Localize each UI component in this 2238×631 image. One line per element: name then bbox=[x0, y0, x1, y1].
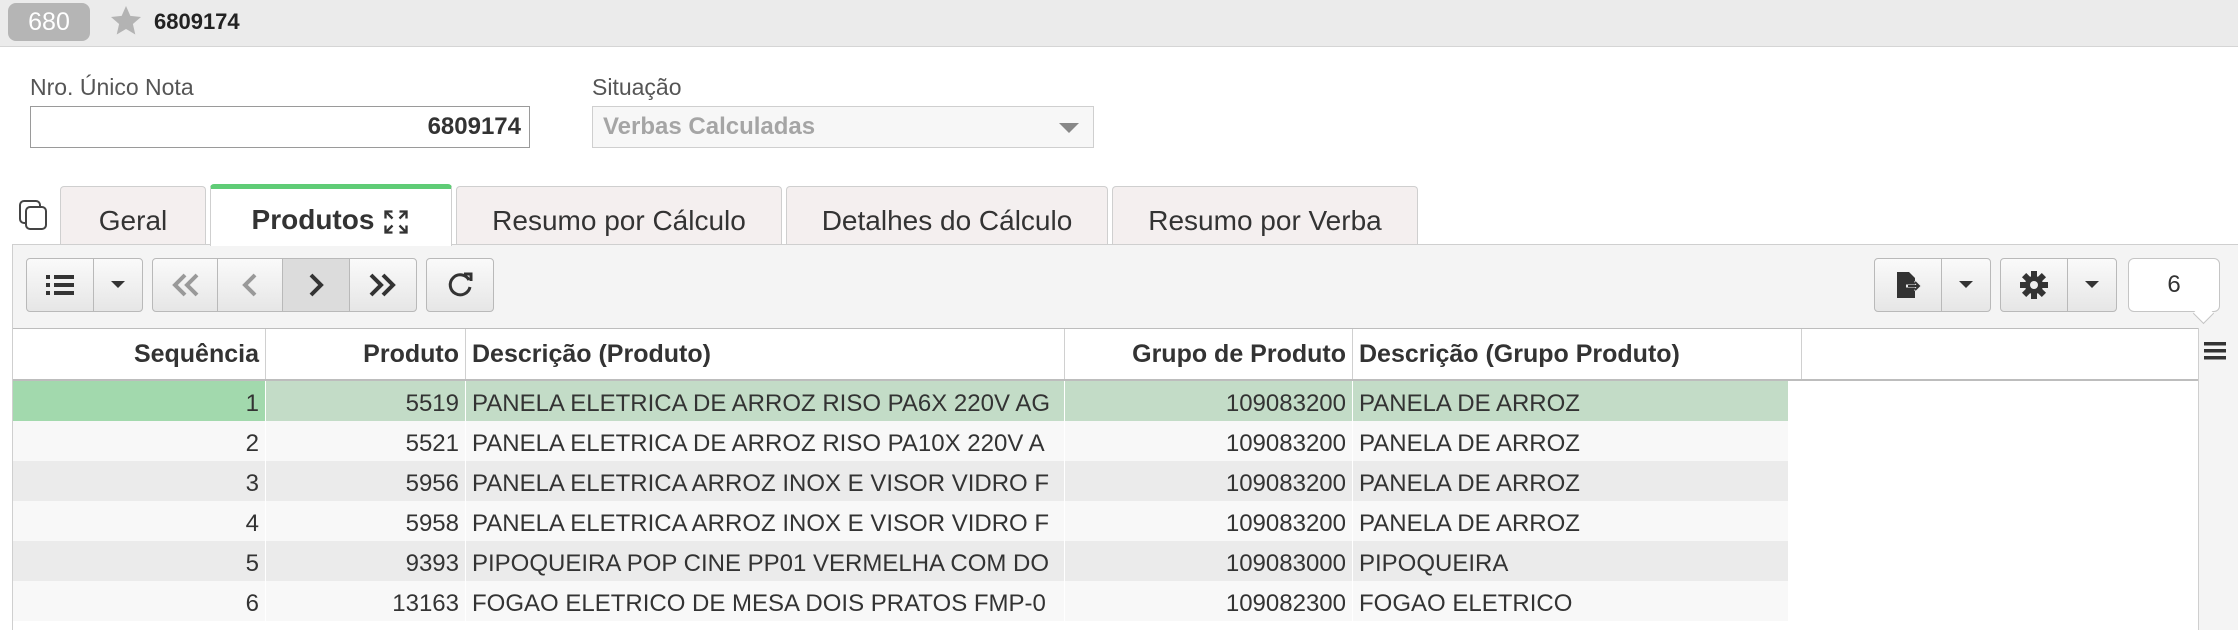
cell-descricao: PIPOQUEIRA POP CINE PP01 VERMELHA COM DO bbox=[466, 541, 1065, 581]
column-header-descricao-produto[interactable]: Descrição (Produto) bbox=[466, 329, 1065, 379]
chevron-right-icon bbox=[309, 273, 324, 297]
column-header-grupo-produto[interactable]: Grupo de Produto bbox=[1065, 329, 1353, 379]
star-icon[interactable] bbox=[108, 3, 144, 39]
table-row[interactable]: 5 9393 PIPOQUEIRA POP CINE PP01 VERMELHA… bbox=[13, 541, 1789, 581]
cell-sequencia: 1 bbox=[13, 381, 266, 421]
tab-label: Resumo por Cálculo bbox=[492, 205, 746, 236]
cell-produto: 5521 bbox=[266, 421, 466, 461]
cell-descricao: FOGAO ELETRICO DE MESA DOIS PRATOS FMP-0 bbox=[466, 581, 1065, 621]
next-page-button[interactable] bbox=[282, 258, 350, 312]
cell-grupo-descricao: PANELA DE ARROZ bbox=[1353, 501, 1789, 541]
export-options-dropdown[interactable] bbox=[1941, 258, 1991, 312]
grid-right-border bbox=[2198, 328, 2199, 630]
first-page-button[interactable] bbox=[152, 258, 218, 312]
cell-produto: 5519 bbox=[266, 381, 466, 421]
grid-header: Sequência Produto Descrição (Produto) Gr… bbox=[13, 329, 2199, 381]
export-file-icon bbox=[1897, 272, 1922, 298]
tab-label: Resumo por Verba bbox=[1148, 205, 1382, 236]
record-title: 6809174 bbox=[154, 9, 240, 34]
cell-grupo: 109083000 bbox=[1065, 541, 1353, 581]
settings-button[interactable] bbox=[2000, 258, 2068, 312]
column-header-descricao-grupo[interactable]: Descrição (Grupo Produto) bbox=[1353, 329, 1802, 379]
cell-grupo-descricao: PIPOQUEIRA bbox=[1353, 541, 1789, 581]
record-count-box: 6 bbox=[2128, 258, 2220, 312]
caret-down-icon bbox=[2085, 281, 2099, 288]
gear-icon bbox=[2020, 271, 2048, 299]
cell-sequencia: 3 bbox=[13, 461, 266, 501]
cell-grupo-descricao: FOGAO ELETRICO bbox=[1353, 581, 1789, 621]
cell-grupo-descricao: PANELA DE ARROZ bbox=[1353, 381, 1789, 421]
cell-descricao: PANELA ELETRICA DE ARROZ RISO PA6X 220V … bbox=[466, 381, 1065, 421]
situacao-value: Verbas Calculadas bbox=[603, 113, 816, 140]
expand-icon[interactable] bbox=[382, 208, 410, 236]
cell-grupo: 109083200 bbox=[1065, 421, 1353, 461]
table-row[interactable]: 6 13163 FOGAO ELETRICO DE MESA DOIS PRAT… bbox=[13, 581, 1789, 621]
refresh-button[interactable] bbox=[426, 258, 494, 312]
cell-descricao: PANELA ELETRICA ARROZ INOX E VISOR VIDRO… bbox=[466, 461, 1065, 501]
cell-grupo: 109083200 bbox=[1065, 381, 1353, 421]
tab-geral[interactable]: Geral bbox=[60, 186, 206, 244]
table-row[interactable]: 4 5958 PANELA ELETRICA ARROZ INOX E VISO… bbox=[13, 501, 1789, 541]
refresh-icon bbox=[448, 272, 473, 297]
nro-unico-label: Nro. Único Nota bbox=[30, 74, 194, 100]
caret-down-icon bbox=[1959, 281, 1973, 288]
chevron-left-icon bbox=[242, 273, 257, 297]
cell-grupo: 109083200 bbox=[1065, 501, 1353, 541]
table-row[interactable]: 1 5519 PANELA ELETRICA DE ARROZ RISO PA6… bbox=[13, 381, 1789, 421]
cell-descricao: PANELA ELETRICA ARROZ INOX E VISOR VIDRO… bbox=[466, 501, 1065, 541]
double-chevron-right-icon bbox=[369, 273, 396, 297]
settings-options-dropdown[interactable] bbox=[2067, 258, 2117, 312]
last-page-button[interactable] bbox=[349, 258, 417, 312]
tab-label: Geral bbox=[98, 205, 168, 236]
situacao-select[interactable]: Verbas Calculadas bbox=[592, 106, 1094, 148]
cell-sequencia: 2 bbox=[13, 421, 266, 461]
cell-produto: 5958 bbox=[266, 501, 466, 541]
cell-produto: 9393 bbox=[266, 541, 466, 581]
record-count-badge: 680 bbox=[8, 3, 90, 41]
table-row[interactable]: 3 5956 PANELA ELETRICA ARROZ INOX E VISO… bbox=[13, 461, 1789, 501]
column-header-sequencia[interactable]: Sequência bbox=[13, 329, 266, 379]
table-row[interactable]: 2 5521 PANELA ELETRICA DE ARROZ RISO PA1… bbox=[13, 421, 1789, 461]
view-options-dropdown[interactable] bbox=[93, 258, 143, 312]
cell-sequencia: 4 bbox=[13, 501, 266, 541]
cell-sequencia: 6 bbox=[13, 581, 266, 621]
cell-descricao: PANELA ELETRICA DE ARROZ RISO PA10X 220V… bbox=[466, 421, 1065, 461]
tab-resumo-por-calculo[interactable]: Resumo por Cálculo bbox=[456, 186, 782, 244]
tab-produtos[interactable]: Produtos bbox=[210, 184, 452, 246]
nro-unico-input[interactable]: 6809174 bbox=[30, 106, 530, 148]
chevron-down-icon bbox=[1059, 123, 1079, 133]
cell-sequencia: 5 bbox=[13, 541, 266, 581]
tab-resumo-por-verba[interactable]: Resumo por Verba bbox=[1112, 186, 1418, 244]
cell-grupo: 109083200 bbox=[1065, 461, 1353, 501]
list-icon bbox=[46, 275, 74, 295]
cell-produto: 13163 bbox=[266, 581, 466, 621]
previous-page-button[interactable] bbox=[217, 258, 283, 312]
record-header: 680 6809174 bbox=[0, 0, 2238, 47]
export-button[interactable] bbox=[1874, 258, 1942, 312]
situacao-label: Situação bbox=[592, 74, 682, 100]
column-header-produto[interactable]: Produto bbox=[266, 329, 466, 379]
products-grid: Sequência Produto Descrição (Produto) Gr… bbox=[13, 328, 2199, 631]
cell-grupo-descricao: PANELA DE ARROZ bbox=[1353, 461, 1789, 501]
tab-label: Produtos bbox=[251, 204, 375, 235]
copy-icon[interactable] bbox=[16, 198, 52, 234]
column-menu-icon[interactable] bbox=[2202, 338, 2228, 364]
cell-grupo-descricao: PANELA DE ARROZ bbox=[1353, 421, 1789, 461]
cell-grupo: 109082300 bbox=[1065, 581, 1353, 621]
double-chevron-left-icon bbox=[172, 273, 199, 297]
tab-detalhes-do-calculo[interactable]: Detalhes do Cálculo bbox=[786, 186, 1108, 244]
caret-down-icon bbox=[111, 281, 125, 288]
tab-label: Detalhes do Cálculo bbox=[821, 205, 1073, 236]
list-view-button[interactable] bbox=[26, 258, 94, 312]
cell-produto: 5956 bbox=[266, 461, 466, 501]
